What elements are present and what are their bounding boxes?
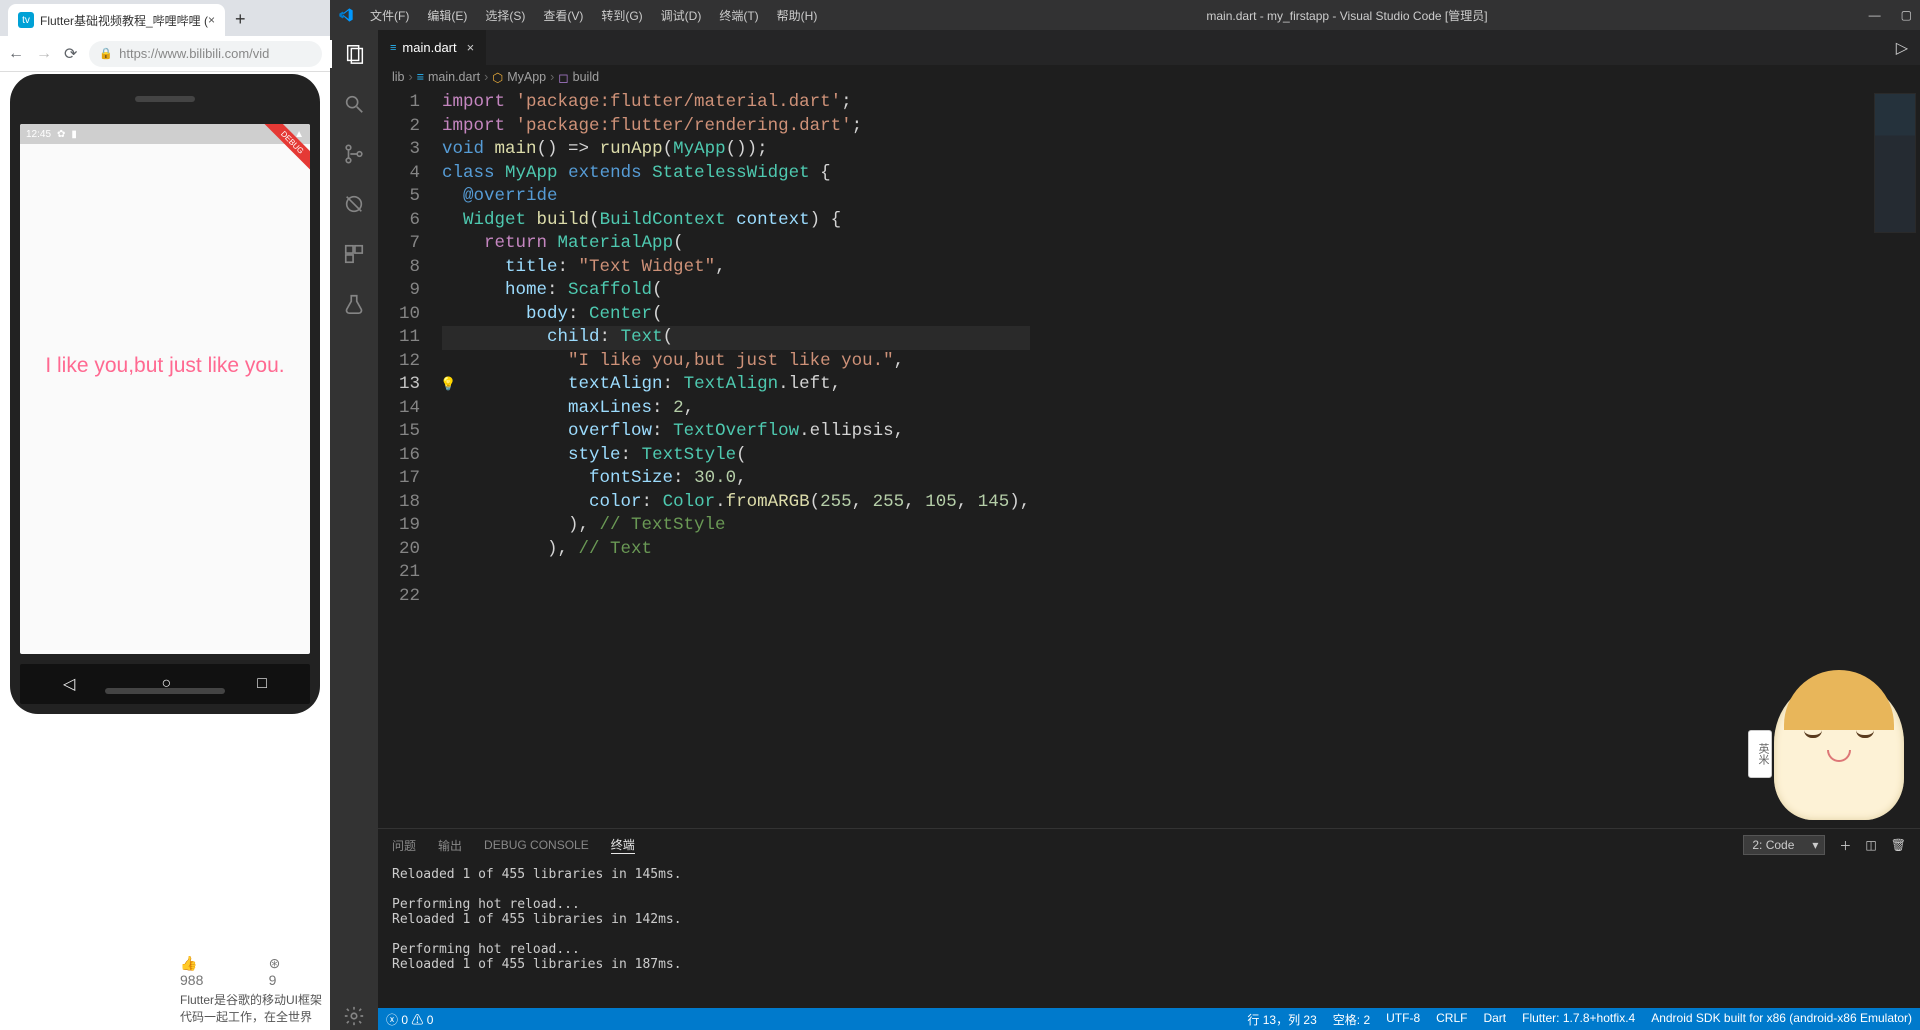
panel-tab-output[interactable]: 输出: [438, 837, 462, 854]
vscode-logo-icon: [338, 7, 354, 23]
status-device[interactable]: Android SDK built for x86 (android-x86 E…: [1651, 1011, 1912, 1028]
forward-icon[interactable]: →: [36, 45, 52, 63]
debug-icon[interactable]: [340, 190, 368, 218]
status-lang[interactable]: Dart: [1483, 1011, 1506, 1028]
browser-tab-title: Flutter基础视频教程_哔哩哔哩 (: [40, 12, 208, 29]
phone-screen: 12:45 ✿ ▮ ▲ I like you,but just like you…: [20, 124, 310, 654]
panel-tab-debug-console[interactable]: DEBUG CONSOLE: [484, 838, 589, 852]
menu-bar: 文件(F) 编辑(E) 选择(S) 查看(V) 转到(G) 调试(D) 终端(T…: [362, 3, 825, 28]
address-bar[interactable]: 🔒 https://www.bilibili.com/vid: [89, 41, 322, 67]
run-icon[interactable]: ▷: [1896, 38, 1908, 58]
method-icon: ◻: [558, 70, 568, 85]
line-gutter: 12345678910111213141516171819202122: [378, 89, 442, 828]
panel-tab-bar: 问题 输出 DEBUG CONSOLE 终端 2: Code ＋ ◫ 🗑: [378, 829, 1920, 861]
search-icon[interactable]: [340, 90, 368, 118]
url-text: https://www.bilibili.com/vid: [119, 46, 269, 61]
breadcrumb-class[interactable]: MyApp: [507, 70, 546, 84]
terminal-output[interactable]: Reloaded 1 of 455 libraries in 145ms. Pe…: [378, 861, 1920, 1008]
editor-tab-bar: ≡ main.dart × ▷: [378, 30, 1920, 65]
breadcrumb-file[interactable]: main.dart: [428, 70, 480, 84]
breadcrumb-folder[interactable]: lib: [392, 70, 405, 84]
tab-filename: main.dart: [402, 40, 456, 55]
status-bar: ⓧ 0 ⚠ 0 行 13，列 23 空格: 2 UTF-8 CRLF Dart …: [378, 1008, 1920, 1030]
extensions-icon[interactable]: [340, 240, 368, 268]
test-icon[interactable]: [340, 290, 368, 318]
status-flutter[interactable]: Flutter: 1.7.8+hotfix.4: [1522, 1011, 1635, 1028]
like-button[interactable]: 👍 988: [180, 955, 221, 988]
phone-nav-bar: ◁ ○ □: [20, 664, 310, 704]
bilibili-favicon: tv: [18, 12, 34, 28]
debug-banner: [256, 124, 310, 178]
battery-icon: ▮: [71, 129, 77, 140]
settings-gear-icon[interactable]: [340, 1002, 368, 1030]
editor-tab-main-dart[interactable]: ≡ main.dart ×: [378, 30, 487, 65]
browser-toolbar: ← → ⟳ 🔒 https://www.bilibili.com/vid: [0, 36, 330, 72]
kill-terminal-icon[interactable]: 🗑: [1891, 838, 1906, 852]
vscode-window: 文件(F) 编辑(E) 选择(S) 查看(V) 转到(G) 调试(D) 终端(T…: [330, 0, 1920, 1030]
browser-panel: tv Flutter基础视频教程_哔哩哔哩 ( × + ← → ⟳ 🔒 http…: [0, 0, 330, 1030]
panel-tab-terminal[interactable]: 终端: [611, 836, 635, 854]
new-terminal-icon[interactable]: ＋: [1839, 837, 1851, 854]
close-icon[interactable]: ×: [467, 40, 475, 55]
phone-clock: 12:45: [26, 129, 51, 140]
menu-file[interactable]: 文件(F): [362, 3, 417, 28]
breadcrumb-method[interactable]: build: [573, 70, 599, 84]
status-eol[interactable]: CRLF: [1436, 1011, 1467, 1028]
chevron-right-icon: ›: [550, 70, 554, 84]
bottom-panel: 问题 输出 DEBUG CONSOLE 终端 2: Code ＋ ◫ 🗑 Rel…: [378, 828, 1920, 1008]
maximize-icon[interactable]: ▢: [1901, 8, 1912, 22]
editor-area: ≡ main.dart × ▷ lib › ≡ main.dart › ⬡ My…: [378, 30, 1920, 1030]
phone-preview-area: 12:45 ✿ ▮ ▲ I like you,but just like you…: [0, 72, 330, 1030]
lock-icon: 🔒: [99, 47, 113, 60]
editor-actions: ▷: [1884, 30, 1920, 65]
nav-back-icon[interactable]: ◁: [63, 674, 75, 694]
phone-speaker: [105, 688, 225, 694]
dart-file-icon: ≡: [417, 70, 424, 84]
menu-select[interactable]: 选择(S): [477, 3, 533, 28]
status-cursor[interactable]: 行 13，列 23: [1247, 1011, 1316, 1028]
back-icon[interactable]: ←: [8, 45, 24, 63]
menu-terminal[interactable]: 终端(T): [711, 3, 766, 28]
settings-icon: ✿: [57, 129, 65, 140]
minimize-icon[interactable]: ―: [1869, 8, 1881, 22]
reload-icon[interactable]: ⟳: [64, 44, 77, 64]
browser-tab-strip: tv Flutter基础视频教程_哔哩哔哩 ( × +: [0, 0, 330, 36]
nav-recent-icon[interactable]: □: [257, 675, 267, 693]
status-encoding[interactable]: UTF-8: [1386, 1011, 1420, 1028]
title-bar: 文件(F) 编辑(E) 选择(S) 查看(V) 转到(G) 调试(D) 终端(T…: [330, 0, 1920, 30]
class-icon: ⬡: [492, 70, 503, 85]
coin-button[interactable]: ⊛ 9: [269, 955, 290, 988]
source-control-icon[interactable]: [340, 140, 368, 168]
breadcrumb[interactable]: lib › ≡ main.dart › ⬡ MyApp › ◻ build: [378, 65, 1920, 89]
menu-edit[interactable]: 编辑(E): [419, 3, 475, 28]
minimap[interactable]: [1874, 93, 1916, 233]
app-body-text: I like you,but just like you.: [20, 354, 310, 378]
phone-earpiece: [135, 96, 195, 102]
explorer-icon[interactable]: [330, 40, 378, 68]
terminal-dropdown[interactable]: 2: Code: [1743, 835, 1825, 855]
window-controls: ― ▢: [1869, 8, 1912, 22]
activity-bar: [330, 30, 378, 1030]
lightbulb-icon[interactable]: 💡: [440, 373, 456, 397]
new-tab-button[interactable]: +: [225, 3, 256, 36]
video-description: Flutter是谷歌的移动UI框架 代码一起工作，在全世界: [180, 992, 322, 1026]
code-editor[interactable]: 💡 12345678910111213141516171819202122 im…: [378, 89, 1920, 828]
chevron-right-icon: ›: [484, 70, 488, 84]
code-content[interactable]: import 'package:flutter/material.dart';i…: [442, 89, 1030, 828]
browser-tab[interactable]: tv Flutter基础视频教程_哔哩哔哩 ( ×: [8, 4, 225, 36]
panel-tab-problems[interactable]: 问题: [392, 837, 416, 854]
status-spaces[interactable]: 空格: 2: [1333, 1011, 1370, 1028]
dart-file-icon: ≡: [390, 42, 396, 54]
menu-go[interactable]: 转到(G): [593, 3, 650, 28]
menu-debug[interactable]: 调试(D): [653, 3, 710, 28]
video-actions: 👍 988 ⊛ 9: [0, 955, 330, 988]
window-title: main.dart - my_firstapp - Visual Studio …: [825, 7, 1868, 24]
menu-help[interactable]: 帮助(H): [769, 3, 826, 28]
chevron-right-icon: ›: [409, 70, 413, 84]
close-tab-icon[interactable]: ×: [208, 13, 215, 27]
phone-frame: 12:45 ✿ ▮ ▲ I like you,but just like you…: [10, 74, 320, 714]
split-terminal-icon[interactable]: ◫: [1865, 838, 1876, 852]
status-errors[interactable]: ⓧ 0 ⚠ 0: [386, 1011, 433, 1028]
menu-view[interactable]: 查看(V): [535, 3, 591, 28]
